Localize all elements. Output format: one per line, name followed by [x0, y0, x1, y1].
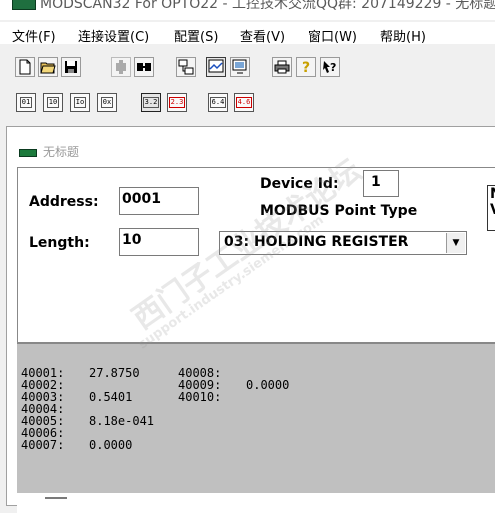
address-field[interactable]: 0001	[119, 187, 199, 215]
menu-setup[interactable]: 配置(S)	[174, 26, 218, 45]
connect-button[interactable]	[111, 57, 131, 77]
double-button[interactable]: 6.4	[208, 93, 228, 112]
document-window: 无标题 Address: 0001 Device Id: 1 MODBUS Po…	[6, 126, 495, 513]
disconnect-button[interactable]	[134, 57, 154, 77]
swapped-double-button[interactable]: 4.6	[234, 93, 254, 112]
coil-status-button[interactable]: 01	[16, 93, 36, 112]
open-folder-icon	[40, 62, 56, 74]
save-button[interactable]	[61, 57, 81, 77]
register-value: 27.8750	[89, 366, 140, 380]
menu-connection[interactable]: 连接设置(C)	[78, 26, 149, 45]
svg-text:?: ?	[302, 60, 310, 75]
menu-window[interactable]: 窗口(W)	[308, 26, 357, 45]
print-button[interactable]	[272, 57, 292, 77]
status-strip	[17, 493, 495, 513]
register-value: 0.0000	[246, 378, 290, 392]
input-status-button[interactable]: 10	[43, 93, 63, 112]
display-format-toolbar: 01 10 Io 0x 3.2 2.3 6.4 4.6	[0, 86, 495, 120]
point-type-select[interactable]: 03: HOLDING REGISTER ▼	[219, 231, 467, 255]
title-bar: MODSCAN32 For OPTO22 - 工控技术交流QQ群: 207149…	[0, 0, 495, 20]
connect-icon	[116, 60, 126, 74]
holding-register-icon: 0x	[100, 97, 114, 108]
point-type-label: MODBUS Point Type	[260, 203, 418, 219]
register-value: 8.18e-041	[89, 414, 155, 428]
register-value: 0.5401	[89, 390, 133, 404]
register-address: 40010:	[178, 390, 222, 404]
chart-button[interactable]	[206, 57, 226, 77]
menu-view[interactable]: 查看(V)	[240, 26, 285, 45]
menu-bar: 文件(F) 连接设置(C) 配置(S) 查看(V) 窗口(W) 帮助(H)	[0, 22, 495, 45]
print-icon	[274, 60, 290, 74]
window-icon	[232, 59, 247, 74]
window-title: MODSCAN32 For OPTO22 - 工控技术交流QQ群: 207149…	[40, 0, 495, 12]
info-box-line-1: N	[490, 186, 495, 202]
network-button[interactable]	[176, 57, 196, 77]
context-help-button[interactable]: ?	[320, 57, 340, 77]
help-button[interactable]: ?	[296, 57, 316, 77]
chart-icon	[208, 59, 224, 73]
swapped-float-button[interactable]: 2.3	[167, 93, 187, 112]
double-icon: 6.4	[209, 97, 227, 108]
disconnect-icon	[137, 63, 151, 71]
float-button[interactable]: 3.2	[141, 93, 161, 112]
context-help-icon: ?	[323, 61, 336, 74]
register-address: 40007:	[21, 438, 65, 452]
window-button[interactable]	[230, 57, 250, 77]
document-title: 无标题	[43, 145, 80, 159]
new-file-button[interactable]	[15, 57, 35, 77]
menu-help[interactable]: 帮助(H)	[380, 26, 426, 45]
menu-file[interactable]: 文件(F)	[12, 26, 56, 45]
input-register-icon: Io	[73, 97, 87, 108]
open-button[interactable]	[38, 57, 58, 77]
swapped-double-icon: 4.6	[235, 97, 253, 108]
coil-status-icon: 01	[19, 97, 33, 108]
input-status-icon: 10	[46, 97, 60, 108]
point-type-value: 03: HOLDING REGISTER	[224, 234, 409, 250]
connection-form: Address: 0001 Device Id: 1 MODBUS Point …	[17, 167, 495, 343]
float-icon: 3.2	[142, 97, 160, 108]
svg-text:?: ?	[330, 61, 336, 74]
info-box: N V	[487, 185, 495, 231]
dropdown-arrow-icon[interactable]: ▼	[446, 233, 465, 253]
new-file-icon	[19, 59, 31, 75]
save-icon	[65, 61, 77, 73]
document-title-bar: 无标题	[7, 127, 495, 165]
holding-register-button[interactable]: 0x	[97, 93, 117, 112]
register-data-area: 40001: 27.8750 40002: 40003: 0.5401 40004:…	[17, 343, 495, 494]
info-box-line-2: V	[490, 202, 495, 218]
app-icon	[12, 0, 36, 10]
network-icon	[178, 59, 194, 75]
register-value: 0.0000	[89, 438, 133, 452]
input-register-button[interactable]: Io	[70, 93, 90, 112]
main-toolbar: ? ?	[0, 48, 495, 86]
device-id-label: Device Id:	[260, 176, 339, 192]
device-id-field[interactable]: 1	[363, 170, 399, 197]
length-label: Length:	[29, 235, 90, 251]
address-label: Address:	[29, 194, 99, 210]
length-field[interactable]: 10	[119, 228, 199, 256]
help-icon: ?	[302, 60, 310, 75]
document-icon	[19, 149, 37, 157]
swapped-float-icon: 2.3	[168, 97, 186, 108]
